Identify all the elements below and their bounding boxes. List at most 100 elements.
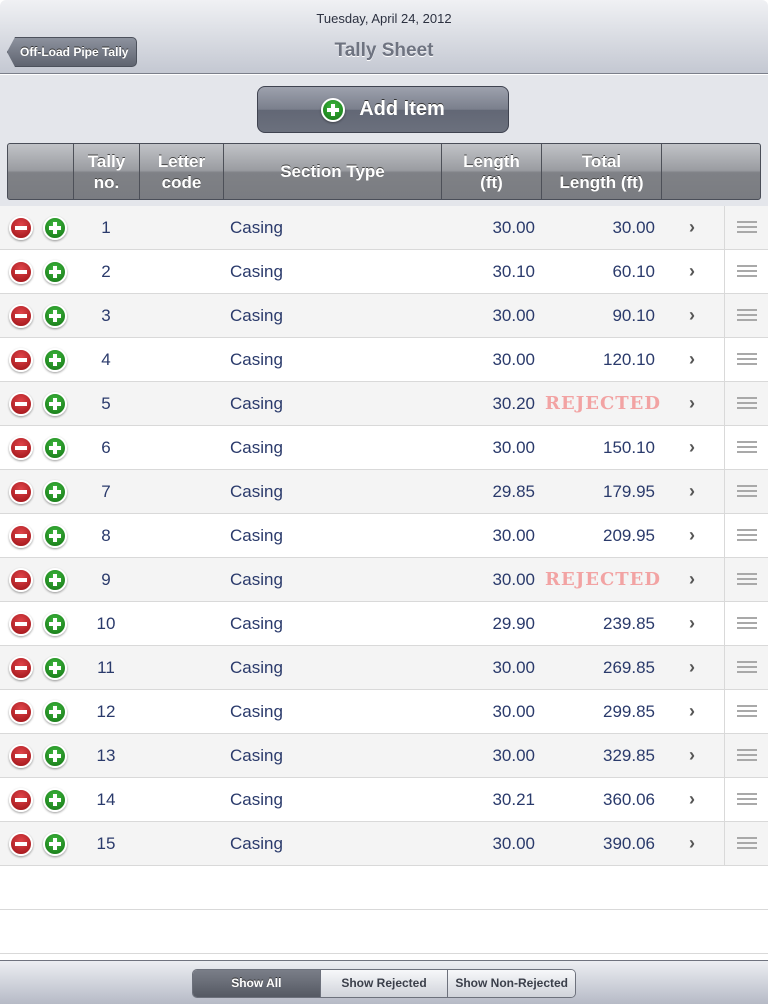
header-letter-code: Letter code [140,144,224,199]
chevron-right-icon[interactable]: › [661,833,723,854]
delete-row-icon[interactable] [9,567,33,592]
filter-option-show-rejected[interactable]: Show Rejected [320,970,449,997]
chevron-right-icon[interactable]: › [661,701,723,722]
reorder-handle[interactable] [724,690,768,733]
reorder-handle[interactable] [724,558,768,601]
insert-row-icon[interactable] [43,523,67,548]
table-row[interactable]: 9 Casing 30.00 REJECTED › [0,558,768,602]
section-type-cell: Casing [230,393,283,413]
reorder-handle[interactable] [724,822,768,865]
grip-icon [736,440,757,455]
chevron-right-icon[interactable]: › [661,481,723,502]
chevron-right-icon[interactable]: › [661,437,723,458]
grip-icon [736,704,757,719]
table-row[interactable]: 7 Casing 29.85 179.95 › [0,470,768,514]
insert-row-icon[interactable] [43,259,67,284]
filter-option-show-non-rejected[interactable]: Show Non-Rejected [448,970,575,997]
delete-row-icon[interactable] [9,303,33,328]
chevron-right-icon[interactable]: › [661,393,723,414]
reorder-handle[interactable] [724,338,768,381]
chevron-right-icon[interactable]: › [661,569,723,590]
add-item-button[interactable]: Add Item [257,86,509,133]
insert-row-icon[interactable] [43,611,67,636]
chevron-right-icon[interactable]: › [661,261,723,282]
reorder-handle[interactable] [724,382,768,425]
insert-row-icon[interactable] [43,215,67,240]
delete-row-icon[interactable] [9,435,33,460]
insert-row-icon[interactable] [43,347,67,372]
tally-no-cell: 2 [101,261,111,281]
table-row[interactable]: 2 Casing 30.10 60.10 › [0,250,768,294]
delete-row-icon[interactable] [9,655,33,680]
section-type-cell: Casing [230,745,283,765]
chevron-right-icon[interactable]: › [661,745,723,766]
table-row[interactable]: 4 Casing 30.00 120.10 › [0,338,768,382]
delete-row-icon[interactable] [9,699,33,724]
total-length-cell: 120.10 [603,349,655,369]
delete-row-icon[interactable] [9,479,33,504]
section-type-cell: Casing [230,261,283,281]
reorder-handle[interactable] [724,734,768,777]
insert-row-icon[interactable] [43,743,67,768]
navigation-bar: Tuesday, April 24, 2012 Off-Load Pipe Ta… [0,0,768,74]
insert-row-icon[interactable] [43,435,67,460]
insert-row-icon[interactable] [43,479,67,504]
table-row[interactable]: 12 Casing 30.00 299.85 › [0,690,768,734]
reorder-handle[interactable] [724,426,768,469]
bottom-toolbar: Show All Show Rejected Show Non-Rejected [0,960,768,1004]
reorder-handle[interactable] [724,470,768,513]
delete-row-icon[interactable] [9,743,33,768]
insert-row-icon[interactable] [43,699,67,724]
chevron-right-icon[interactable]: › [661,217,723,238]
delete-row-icon[interactable] [9,259,33,284]
tally-no-cell: 12 [96,701,116,721]
reorder-handle[interactable] [724,206,768,249]
reorder-handle[interactable] [724,602,768,645]
length-cell: 30.00 [492,437,535,457]
insert-row-icon[interactable] [43,391,67,416]
table-row[interactable]: 15 Casing 30.00 390.06 › [0,822,768,866]
section-type-cell: Casing [230,569,283,589]
chevron-right-icon[interactable]: › [661,613,723,634]
chevron-right-icon[interactable]: › [661,349,723,370]
delete-row-icon[interactable] [9,523,33,548]
insert-row-icon[interactable] [43,567,67,592]
table-row[interactable]: 5 Casing 30.20 REJECTED › [0,382,768,426]
table-row[interactable]: 10 Casing 29.90 239.85 › [0,602,768,646]
filter-option-show-all[interactable]: Show All [193,970,321,997]
delete-row-icon[interactable] [9,831,33,856]
insert-row-icon[interactable] [43,831,67,856]
grip-icon [736,616,757,631]
chevron-right-icon[interactable]: › [661,305,723,326]
section-type-cell: Casing [230,217,283,237]
length-cell: 30.00 [492,305,535,325]
table-row[interactable]: 14 Casing 30.21 360.06 › [0,778,768,822]
reorder-handle[interactable] [724,250,768,293]
reorder-handle[interactable] [724,294,768,337]
chevron-right-icon[interactable]: › [661,789,723,810]
delete-row-icon[interactable] [9,347,33,372]
section-type-cell: Casing [230,305,283,325]
reorder-handle[interactable] [724,646,768,689]
tally-no-cell: 13 [96,745,116,765]
row-actions [0,479,73,504]
chevron-right-icon[interactable]: › [661,525,723,546]
table-row[interactable]: 3 Casing 30.00 90.10 › [0,294,768,338]
table-row[interactable]: 6 Casing 30.00 150.10 › [0,426,768,470]
table-row[interactable]: 1 Casing 30.00 30.00 › [0,206,768,250]
table-row[interactable]: 8 Casing 30.00 209.95 › [0,514,768,558]
delete-row-icon[interactable] [9,215,33,240]
table-row[interactable]: 13 Casing 30.00 329.85 › [0,734,768,778]
delete-row-icon[interactable] [9,391,33,416]
table-row[interactable]: 11 Casing 30.00 269.85 › [0,646,768,690]
delete-row-icon[interactable] [9,611,33,636]
chevron-right-icon[interactable]: › [661,657,723,678]
reorder-handle[interactable] [724,514,768,557]
delete-row-icon[interactable] [9,787,33,812]
length-cell: 30.00 [492,349,535,369]
insert-row-icon[interactable] [43,787,67,812]
reorder-handle[interactable] [724,778,768,821]
insert-row-icon[interactable] [43,655,67,680]
insert-row-icon[interactable] [43,303,67,328]
length-cell: 30.00 [492,217,535,237]
